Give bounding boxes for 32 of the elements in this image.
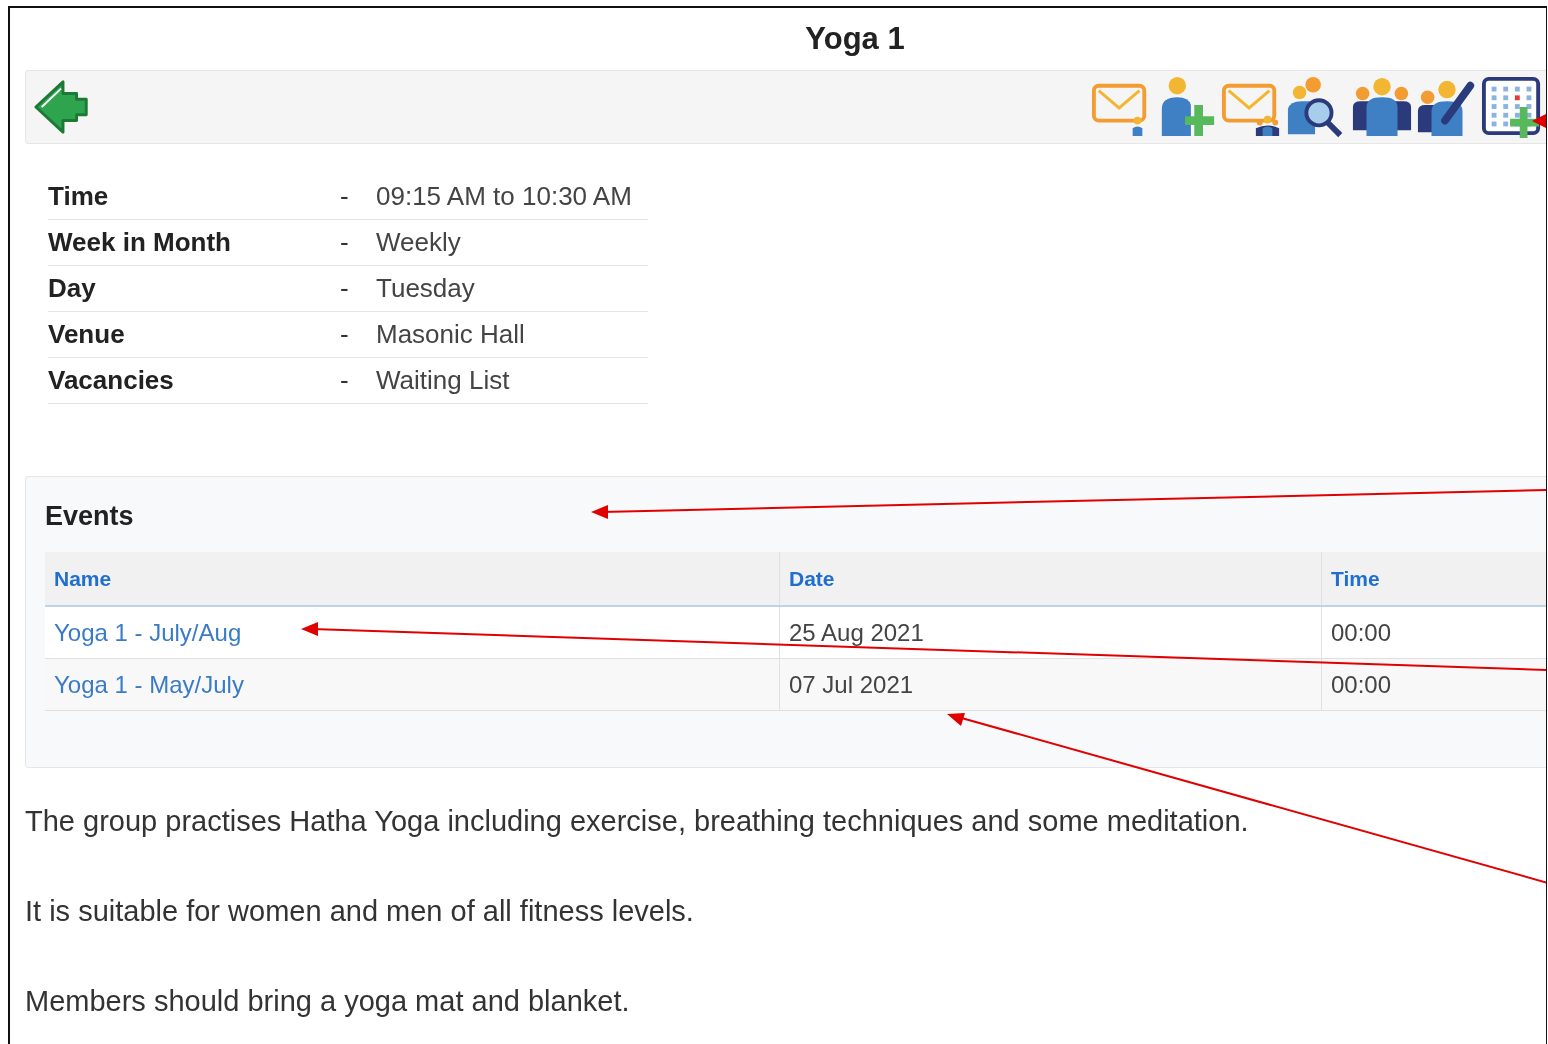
detail-value: 09:15 AM to 10:30 AM [376, 181, 632, 211]
events-heading: Events [45, 501, 134, 532]
table-cell: 00:00 [1321, 658, 1546, 711]
calendar-add-icon[interactable] [1481, 76, 1543, 138]
event-link[interactable]: Yoga 1 - July/Aug [54, 618, 242, 646]
detail-label: Day [48, 273, 96, 303]
page-title: Yoga 1 [804, 20, 906, 58]
column-header: Name [45, 552, 780, 606]
separator-text: - [340, 365, 349, 395]
column-header: Date [779, 552, 1322, 606]
detail-label: Vacancies [48, 365, 174, 395]
detail-value: Weekly [376, 227, 461, 257]
separator-text: - [340, 319, 349, 349]
detail-label: Time [48, 181, 109, 211]
separator-text: - [340, 227, 349, 257]
group-icon[interactable] [1351, 76, 1413, 138]
description-text: Members should bring a yoga mat and blanket. [25, 983, 631, 1019]
table-cell: 07 Jul 2021 [779, 658, 1322, 711]
description-text: It is suitable for women and men of all fitness levels. [25, 893, 695, 929]
detail-value: Waiting List [376, 365, 510, 395]
column-header: Time [1321, 552, 1546, 606]
table-cell: 00:00 [1321, 606, 1546, 659]
separator-text: - [340, 273, 349, 303]
detail-value: Tuesday [376, 273, 475, 303]
separator-text: - [340, 181, 349, 211]
table-cell: 25 Aug 2021 [779, 606, 1322, 659]
detail-label: Venue [48, 319, 125, 349]
detail-value: Masonic Hall [376, 319, 525, 349]
detail-label: Week in Month [48, 227, 231, 257]
event-link[interactable]: Yoga 1 - May/July [54, 670, 244, 698]
annotation-arrow [1532, 113, 1546, 129]
description-text: The group practises Hatha Yoga including exercise, breathing techniques and some meditation. [25, 804, 1250, 839]
